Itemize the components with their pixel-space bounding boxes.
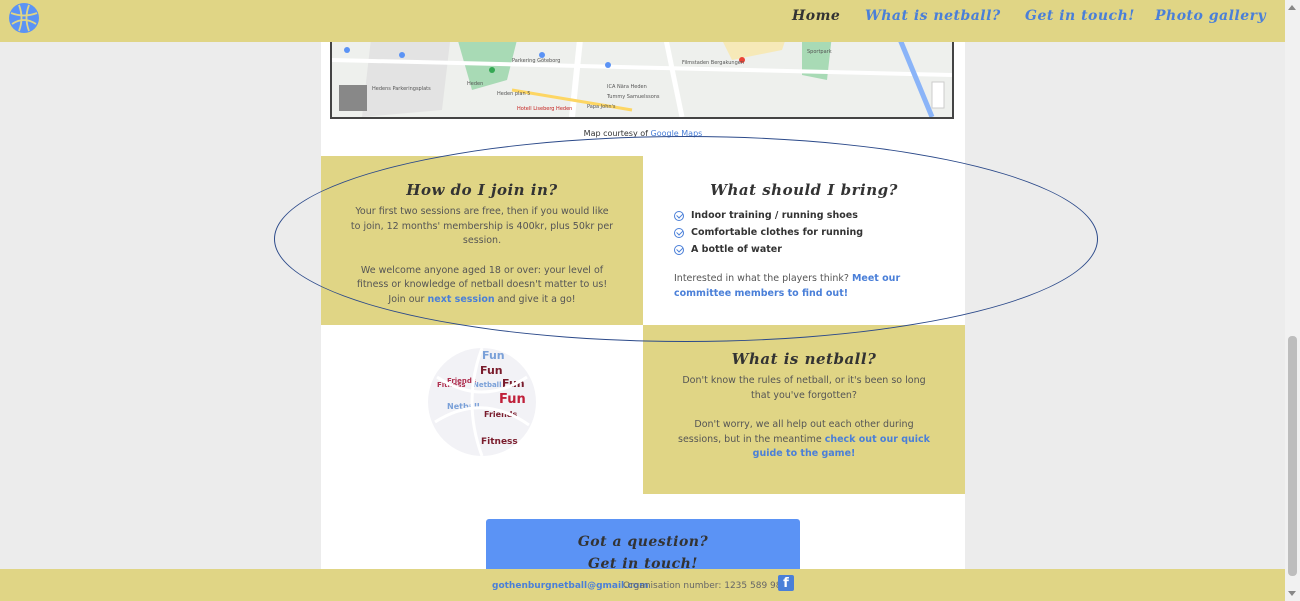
organisation-number: Organisation number: 1235 589 987 bbox=[623, 581, 788, 591]
join-title: How do I join in? bbox=[406, 181, 558, 199]
committee-paragraph: Interested in what the players think? Me… bbox=[674, 272, 934, 301]
map-label: Sportpark bbox=[807, 49, 832, 55]
scrollbar-thumb[interactable] bbox=[1288, 336, 1297, 576]
navbar: Home What is netball? Get in touch! Phot… bbox=[0, 0, 1285, 42]
list-item: Comfortable clothes for running bbox=[674, 224, 965, 241]
main-content: Parkering Göteborg Hedens Parkeringsplat… bbox=[321, 0, 965, 601]
facebook-icon[interactable]: f bbox=[778, 575, 794, 591]
join-paragraph-2: We welcome anyone aged 18 or over: your … bbox=[350, 264, 614, 308]
netball-logo-icon[interactable] bbox=[8, 2, 40, 34]
next-session-link[interactable]: next session bbox=[427, 294, 494, 305]
wordcloud-word: Fun bbox=[482, 349, 505, 362]
map-label: Hedens Parkeringsplats bbox=[372, 86, 431, 92]
netball-wordcloud-image: Fun Fun Friends Netball Fitness Fitness … bbox=[428, 348, 536, 456]
what-is-netball-panel: What is netball? Don't know the rules of… bbox=[643, 325, 965, 494]
netball-paragraph-1: Don't know the rules of netball, or it's… bbox=[682, 375, 926, 401]
map-label: Heden plan 5 bbox=[497, 91, 530, 97]
google-maps-link[interactable]: Google Maps bbox=[651, 129, 703, 138]
scroll-up-icon[interactable] bbox=[1288, 5, 1296, 10]
map-label: Hotell Liseberg Heden bbox=[517, 106, 572, 112]
list-item-label: Comfortable clothes for running bbox=[691, 227, 864, 238]
scrollbar[interactable] bbox=[1285, 0, 1300, 601]
map-credit: Map courtesy of Google Maps bbox=[321, 129, 965, 138]
bring-title: What should I bring? bbox=[710, 181, 898, 199]
map-label: Parkering Göteborg bbox=[512, 58, 560, 64]
map-label: Tummy Samuelssons bbox=[606, 94, 660, 100]
wordcloud-word: Netball bbox=[473, 381, 502, 389]
list-item: A bottle of water bbox=[674, 241, 965, 258]
committee-text: Interested in what the players think? bbox=[674, 273, 852, 284]
nav-photo-gallery[interactable]: Photo gallery bbox=[1155, 8, 1266, 24]
nav-get-in-touch[interactable]: Get in touch! bbox=[1025, 8, 1135, 24]
map-label: Heden bbox=[467, 81, 483, 87]
bring-panel: What should I bring? Indoor training / r… bbox=[643, 156, 965, 325]
check-circle-icon bbox=[674, 210, 684, 221]
list-item-label: A bottle of water bbox=[691, 244, 782, 255]
cta-line-1: Got a question? bbox=[577, 534, 709, 550]
list-item-label: Indoor training / running shoes bbox=[691, 210, 858, 221]
nav-what-is-netball[interactable]: What is netball? bbox=[865, 8, 1001, 24]
check-circle-icon bbox=[674, 244, 684, 255]
list-item: Indoor training / running shoes bbox=[674, 207, 965, 224]
wordcloud-word: Fitness bbox=[481, 437, 518, 447]
join-p2-text-end: and give it a go! bbox=[494, 293, 576, 305]
wordcloud-word: Fun bbox=[499, 392, 526, 407]
footer: gothenburgnetball@gmail.com Organisation… bbox=[0, 569, 1285, 601]
nav-home[interactable]: Home bbox=[792, 8, 840, 24]
map-label: Papa John's bbox=[587, 104, 616, 110]
join-panel: How do I join in? Your first two session… bbox=[321, 156, 643, 325]
check-circle-icon bbox=[674, 227, 684, 238]
netball-paragraph-2: Don't worry, we all help out each other … bbox=[676, 418, 932, 462]
bring-list: Indoor training / running shoes Comforta… bbox=[674, 207, 965, 258]
scroll-down-icon[interactable] bbox=[1288, 591, 1296, 596]
map-credit-text: Map courtesy of bbox=[583, 129, 651, 138]
map-label: ICA Nära Heden bbox=[607, 84, 647, 90]
join-paragraph-1: Your first two sessions are free, then i… bbox=[350, 206, 614, 246]
wordcloud-word: Fun bbox=[480, 364, 503, 377]
map-label: Filmstaden Bergakungen bbox=[682, 60, 744, 66]
netball-title: What is netball? bbox=[731, 350, 877, 368]
